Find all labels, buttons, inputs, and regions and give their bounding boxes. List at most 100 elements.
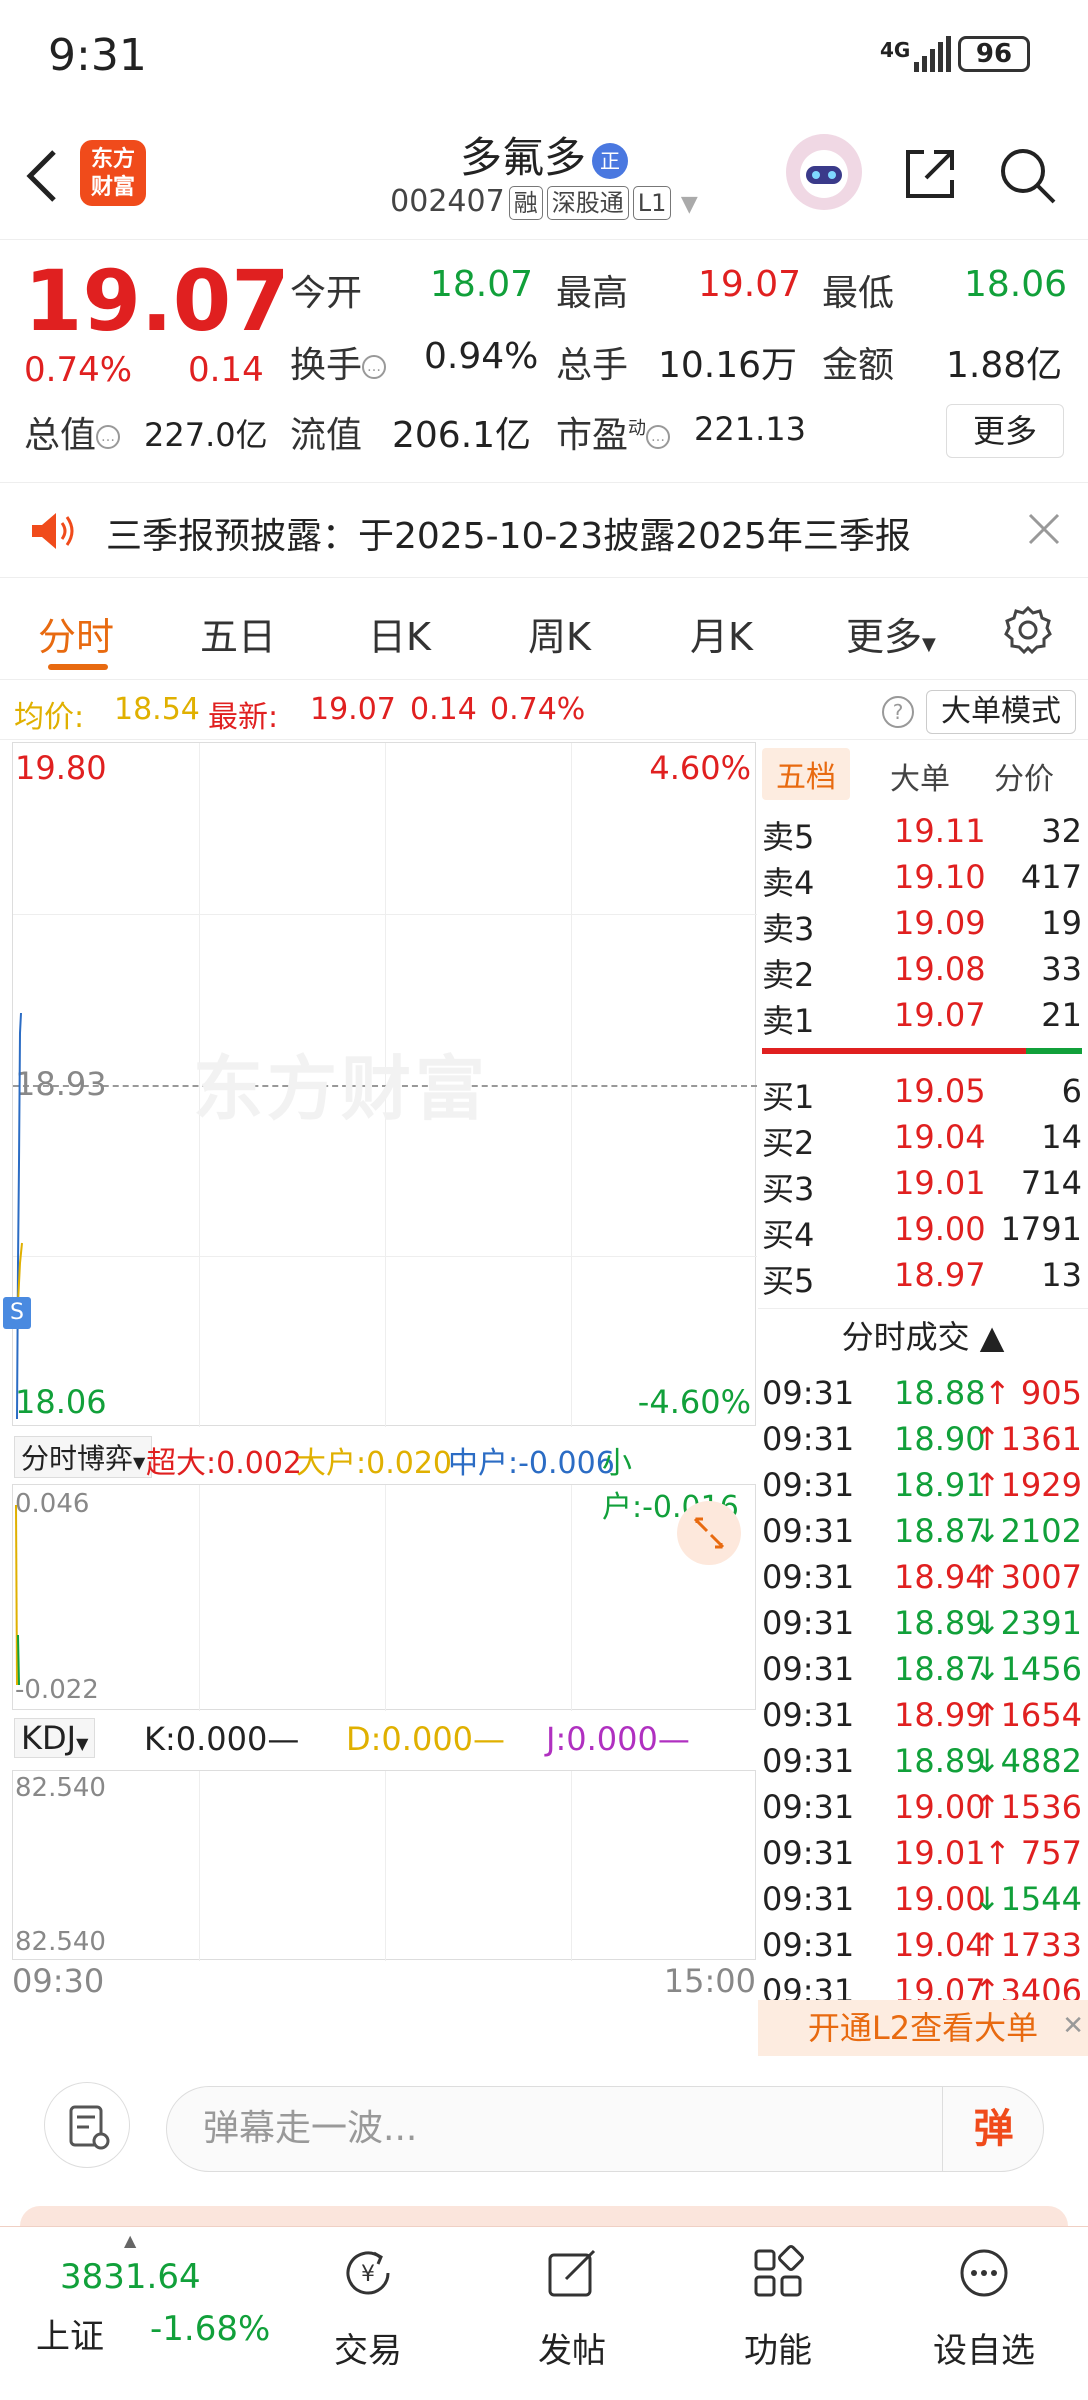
chevron-down-icon: ▼ xyxy=(680,192,698,217)
intraday-chart[interactable]: 东方财富 19.80 18.93 18.06 4.60% -4.60% S 分时… xyxy=(3,742,757,2000)
caret-down-icon: ▼ xyxy=(133,1453,146,1472)
sell-marker-icon[interactable]: S xyxy=(3,1297,31,1329)
nav-add-watchlist[interactable]: 设自选 xyxy=(904,2227,1064,2400)
more-fields-button[interactable]: 更多 xyxy=(946,404,1064,458)
watermark: 东方财富 xyxy=(193,1048,489,1130)
label-open: 今开 xyxy=(290,273,363,314)
change-amount: 0.14 xyxy=(188,350,264,390)
time-axis-end: 15:00 xyxy=(663,1962,756,2000)
flow-large: 大户:0.020 xyxy=(296,1446,452,1481)
search-icon[interactable] xyxy=(996,144,1058,206)
chart-tabs: 分时 五日 日K 周K 月K 更多▼ xyxy=(0,580,1088,680)
trade-row: 09:31 19.00 ↑1536 xyxy=(762,1788,1082,1826)
latest-percent: 0.74% xyxy=(490,692,586,727)
robot-assistant-icon[interactable] xyxy=(786,134,862,210)
ask-row: 卖1 19.07 21 xyxy=(762,996,1082,1040)
index-value: 3831.64 xyxy=(60,2257,201,2297)
kdj-y-bottom: 82.540 xyxy=(15,1927,106,1957)
tab-big-orders[interactable]: 大单 xyxy=(890,754,950,798)
label-pe: 市盈动… xyxy=(556,406,671,458)
tab-price-dist[interactable]: 分价 xyxy=(994,754,1054,798)
notice-text: 三季报预披露：于2025-10-23披露2025年三季报 xyxy=(106,516,911,557)
gear-icon[interactable] xyxy=(1002,604,1054,656)
trades-title[interactable]: 分时成交 ▲ xyxy=(758,1308,1088,1364)
quote-panel: 19.07 0.74% 0.14 今开 18.07 最高 19.07 最低 18… xyxy=(0,240,1088,470)
kdj-legend: KDJ▼ K:0.000— D:0.000— J:0.000— xyxy=(12,1712,756,1768)
flow-medium: 中户:-0.006 xyxy=(448,1446,615,1481)
info-icon[interactable]: … xyxy=(96,425,121,449)
fund-flow-chart[interactable]: 0.046 -0.022 xyxy=(12,1484,756,1711)
trade-row: 09:31 19.01 ↑ 757 xyxy=(762,1834,1082,1872)
expand-icon[interactable] xyxy=(677,1501,741,1565)
price-chart-area[interactable]: 东方财富 19.80 18.93 18.06 4.60% -4.60% S xyxy=(3,742,757,1427)
label-market-cap: 总值… xyxy=(24,406,121,458)
avg-value: 18.54 xyxy=(114,692,200,727)
flow-super: 超大:0.002 xyxy=(146,1446,302,1481)
caret-down-icon: ▼ xyxy=(76,1734,89,1753)
label-volume: 总手 xyxy=(556,345,629,386)
name-badge-icon: 正 xyxy=(592,142,628,179)
caret-up-icon: ▲ xyxy=(124,2231,137,2250)
trade-row: 09:31 19.04 ↑1733 xyxy=(762,1926,1082,1964)
label-turnover: 换手… xyxy=(290,336,387,388)
flow-lines xyxy=(15,1504,20,1686)
kdj-k: K:0.000— xyxy=(144,1720,300,1758)
current-price: 19.07 xyxy=(24,252,290,350)
label-amount: 金额 xyxy=(822,345,895,386)
tab-weekly-k[interactable]: 周K xyxy=(528,606,591,661)
bid-row: 买2 19.04 14 xyxy=(762,1118,1082,1162)
trade-row: 09:31 18.99 ↑1654 xyxy=(762,1696,1082,1734)
trade-icon: ¥ xyxy=(346,2251,390,2295)
kdj-selector[interactable]: KDJ▼ xyxy=(14,1718,96,1758)
close-icon[interactable] xyxy=(1024,509,1064,549)
tab-monthly-k[interactable]: 月K xyxy=(690,606,753,661)
tab-five-day[interactable]: 五日 xyxy=(200,606,276,661)
order-book-panel: 五档 大单 分价 卖5 19.11 32 卖4 19.10 417 卖3 19.09 19 … xyxy=(758,742,1088,2056)
trade-row: 09:31 18.88 ↑ 905 xyxy=(762,1374,1082,1412)
caret-down-icon: ▼ xyxy=(922,634,936,655)
tab-more[interactable]: 更多▼ xyxy=(846,606,936,661)
close-icon[interactable]: ✕ xyxy=(1062,1998,1084,2054)
flow-selector[interactable]: 分时博弈▼ xyxy=(14,1436,153,1478)
l2-upgrade-banner[interactable]: 开通L2查看大单 ✕ xyxy=(758,2000,1088,2056)
trade-row: 09:31 18.87 ↓2102 xyxy=(762,1512,1082,1550)
ask-row: 卖5 19.11 32 xyxy=(762,812,1082,856)
bid-row: 买3 19.01 714 xyxy=(762,1164,1082,1208)
kdj-d: D:0.000— xyxy=(346,1720,506,1758)
latest-price: 19.07 xyxy=(310,692,396,727)
trade-row: 09:31 18.87 ↓1456 xyxy=(762,1650,1082,1688)
kdj-y-top: 82.540 xyxy=(15,1773,106,1803)
nav-post[interactable]: 发帖 xyxy=(492,2227,652,2400)
help-icon[interactable]: ? xyxy=(882,696,914,728)
notice-banner[interactable]: 三季报预披露：于2025-10-23披露2025年三季报 xyxy=(0,482,1088,578)
info-icon[interactable]: … xyxy=(362,355,387,379)
info-icon[interactable]: … xyxy=(646,425,671,449)
tab-daily-k[interactable]: 日K xyxy=(368,606,431,661)
active-tab-indicator xyxy=(48,664,108,670)
value-high: 19.07 xyxy=(698,264,802,305)
nav-functions[interactable]: 功能 xyxy=(698,2227,858,2400)
signal-icon xyxy=(914,36,951,72)
latest-change: 0.14 xyxy=(410,692,477,727)
danmu-button[interactable]: 弹 xyxy=(942,2086,1044,2172)
ask-row: 卖4 19.10 417 xyxy=(762,858,1082,902)
latest-label: 最新: xyxy=(208,700,279,735)
ask-row: 卖2 19.08 33 xyxy=(762,950,1082,994)
share-icon[interactable] xyxy=(900,144,960,204)
ask-row: 卖3 19.09 19 xyxy=(762,904,1082,948)
kdj-chart[interactable]: 82.540 82.540 xyxy=(12,1770,756,1961)
trade-row: 09:31 18.89 ↓4882 xyxy=(762,1742,1082,1780)
pct-axis-top: 4.60% xyxy=(649,749,751,787)
big-order-mode-button[interactable]: 大单模式 xyxy=(926,690,1076,734)
stock-header: 东方 财富 多氟多正 002407 融深股通 L1 ▼ xyxy=(0,110,1088,240)
note-icon[interactable] xyxy=(44,2082,130,2168)
panel-tabs: 五档 大单 分价 xyxy=(758,748,1088,804)
danmu-input[interactable]: 弹幕走一波... xyxy=(166,2086,1044,2172)
trade-row: 09:31 18.91 ↑1929 xyxy=(762,1466,1082,1504)
index-ticker[interactable]: ▲ 3831.64 上证 -1.68% xyxy=(0,2227,300,2400)
nav-trade[interactable]: ¥ 交易 xyxy=(288,2227,448,2400)
tab-intraday[interactable]: 分时 xyxy=(38,606,114,661)
tab-five-levels[interactable]: 五档 xyxy=(762,748,850,800)
tag-connect: 深股通 xyxy=(546,185,629,220)
avg-label: 均价: xyxy=(14,700,85,735)
